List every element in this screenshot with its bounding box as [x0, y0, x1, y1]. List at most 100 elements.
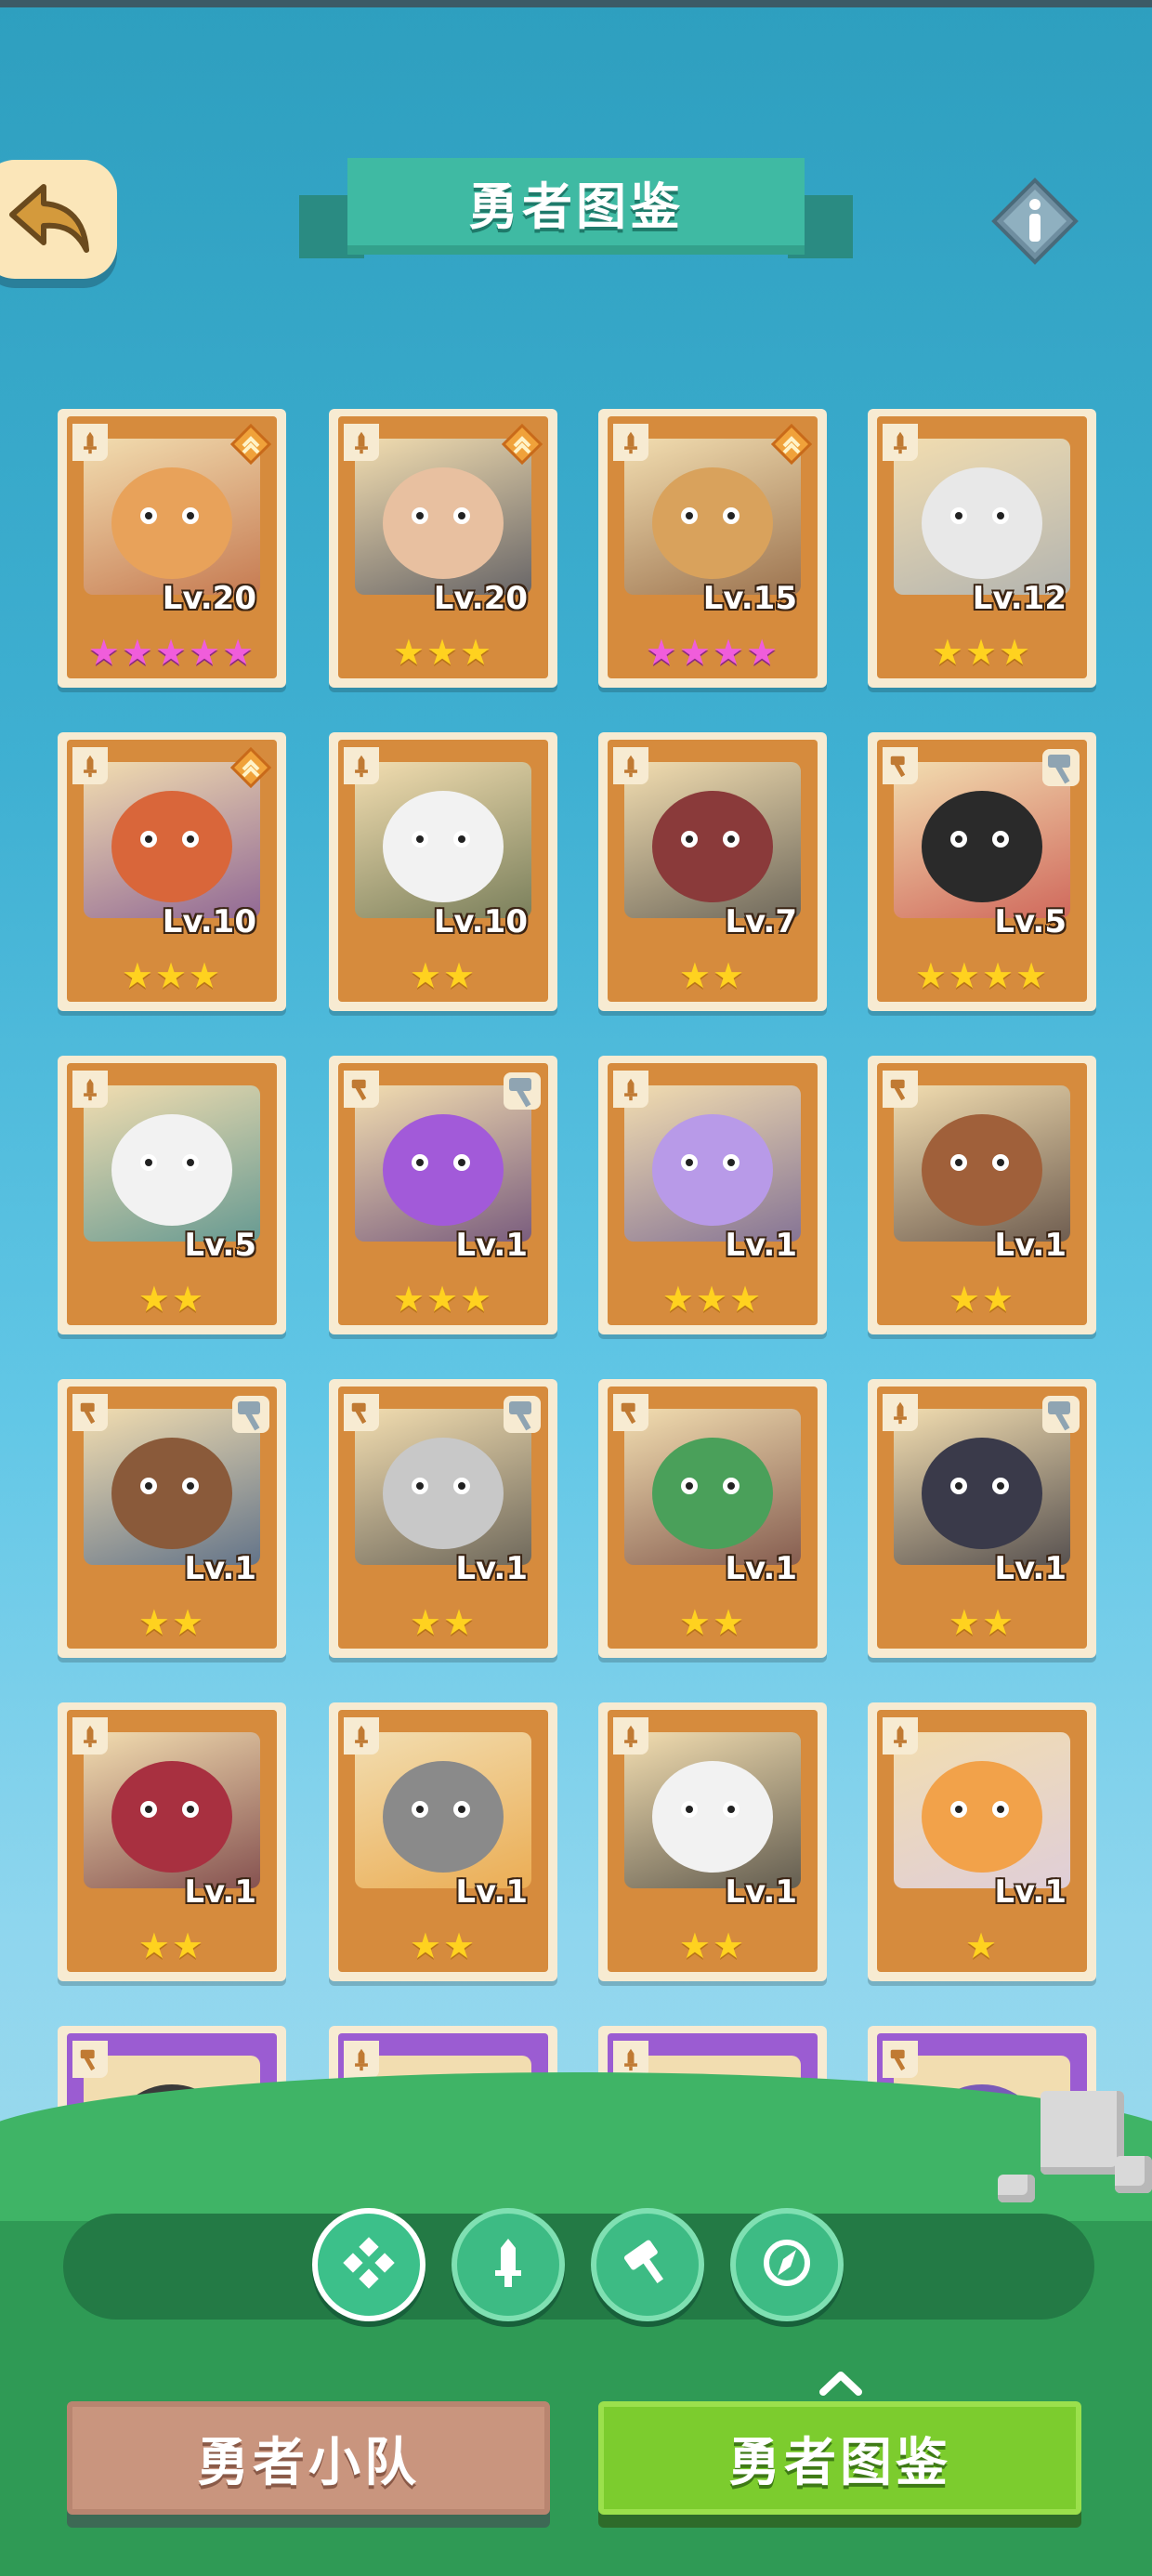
- filter-all-classes-button[interactable]: [312, 2208, 425, 2321]
- hero-card[interactable]: Lv.1 ★★: [868, 1379, 1096, 1658]
- hero-card[interactable]: Lv.7 ★★: [598, 732, 827, 1011]
- hero-star-rating: ★★: [67, 1281, 277, 1318]
- hero-level: Lv.1: [725, 1227, 797, 1264]
- hero-card-frame: Lv.10 ★★★: [67, 740, 277, 1002]
- back-button[interactable]: [0, 160, 117, 279]
- tab-hero-codex-label: 勇者图鉴: [728, 2432, 951, 2493]
- star-icon: ★: [746, 632, 780, 673]
- status-strip: [0, 0, 1152, 7]
- hero-portrait: [624, 1409, 801, 1565]
- hero-star-rating: ★★: [338, 1604, 548, 1641]
- info-button[interactable]: [990, 177, 1080, 266]
- star-icon: ★: [409, 1602, 443, 1643]
- hero-card[interactable]: Lv.12 ★★★: [868, 409, 1096, 688]
- star-icon: ★: [425, 1279, 461, 1320]
- hero-face: [111, 467, 232, 579]
- sword-class-icon: [72, 1071, 108, 1108]
- hero-eye: [411, 506, 428, 524]
- hero-card-frame: Lv.1 ★★: [67, 1387, 277, 1649]
- hero-card[interactable]: Lv.1 ★★★: [329, 1056, 557, 1334]
- hero-star-rating: ★★★★: [608, 634, 818, 671]
- tab-hero-team-label: 勇者小队: [197, 2432, 420, 2493]
- star-icon: ★: [460, 1279, 494, 1320]
- hero-eye: [680, 1800, 698, 1818]
- hammer-upgrade-icon: [502, 1394, 543, 1435]
- hero-level: Lv.1: [994, 1873, 1067, 1911]
- all-classes-icon: [339, 2233, 399, 2296]
- hero-eye: [411, 1153, 428, 1171]
- hero-face: [111, 1113, 232, 1226]
- hammer-class-icon: [72, 1394, 108, 1431]
- hero-card-frame: Lv.1 ★★: [877, 1063, 1087, 1325]
- hero-card[interactable]: Lv.1 ★★: [329, 1379, 557, 1658]
- star-icon: ★: [392, 632, 426, 673]
- filter-compass-button[interactable]: [730, 2208, 844, 2321]
- hero-portrait: [894, 1085, 1070, 1242]
- hero-eye: [949, 1800, 967, 1818]
- sword-class-icon: [613, 1071, 648, 1108]
- class-filter-bar: [63, 2214, 1094, 2320]
- star-icon: ★: [409, 955, 443, 996]
- hero-card-frame: Lv.1 ★★★: [338, 1063, 548, 1325]
- hero-star-rating: ★★: [877, 1281, 1087, 1318]
- hero-face: [111, 1760, 232, 1873]
- hero-face: [922, 467, 1042, 579]
- hero-face: [383, 467, 504, 579]
- hero-portrait: [84, 1085, 260, 1242]
- back-arrow-icon: [9, 184, 89, 253]
- sword-class-icon: [613, 1717, 648, 1755]
- rock-decoration: [1041, 2091, 1124, 2175]
- hero-face: [652, 1437, 773, 1549]
- hero-face: [922, 1113, 1042, 1226]
- hero-level: Lv.15: [702, 580, 797, 617]
- hammer-class-icon: [883, 2041, 918, 2078]
- tab-hero-codex[interactable]: 勇者图鉴: [598, 2401, 1081, 2515]
- hero-card[interactable]: Lv.1 ★★: [868, 1056, 1096, 1334]
- hammer-class-icon: [883, 1071, 918, 1108]
- hero-card[interactable]: Lv.1 ★★: [58, 1379, 286, 1658]
- sword-class-icon: [613, 747, 648, 784]
- hero-card[interactable]: Lv.1 ★: [868, 1702, 1096, 1981]
- hero-portrait: [355, 1732, 531, 1888]
- hero-portrait: [894, 439, 1070, 595]
- hero-card[interactable]: Lv.1 ★★: [598, 1702, 827, 1981]
- hero-face: [922, 1760, 1042, 1873]
- hero-card-frame: Lv.5 ★★: [67, 1063, 277, 1325]
- filter-hammer-button[interactable]: [591, 2208, 704, 2321]
- hero-card[interactable]: Lv.10 ★★★: [58, 732, 286, 1011]
- hero-card[interactable]: Lv.10 ★★: [329, 732, 557, 1011]
- hero-star-rating: ★★: [67, 1927, 277, 1965]
- hero-card[interactable]: Lv.20 ★★★: [329, 409, 557, 688]
- sword-class-icon: [883, 1394, 918, 1431]
- star-icon: ★: [982, 1602, 1016, 1643]
- star-icon: ★: [443, 1925, 478, 1966]
- star-icon: ★: [443, 955, 478, 996]
- hero-level: Lv.10: [162, 903, 256, 940]
- hero-eye: [139, 1800, 157, 1818]
- hero-eye: [139, 830, 157, 848]
- hero-card[interactable]: Lv.1 ★★★: [598, 1056, 827, 1334]
- hero-card[interactable]: Lv.1 ★★: [58, 1702, 286, 1981]
- hero-face: [652, 1760, 773, 1873]
- star-icon: ★: [137, 1602, 172, 1643]
- hero-card[interactable]: Lv.15 ★★★★: [598, 409, 827, 688]
- star-icon: ★: [964, 632, 1000, 673]
- star-icon: ★: [222, 632, 256, 673]
- hero-star-rating: ★★: [608, 1927, 818, 1965]
- filter-sword-button[interactable]: [452, 2208, 565, 2321]
- star-icon: ★: [172, 1602, 206, 1643]
- hero-eye: [949, 1153, 967, 1171]
- hero-eye: [411, 1477, 428, 1494]
- rank-up-icon: [770, 423, 813, 466]
- hero-card[interactable]: Lv.1 ★★: [329, 1702, 557, 1981]
- hero-card-frame: Lv.10 ★★: [338, 740, 548, 1002]
- rank-up-icon: [501, 423, 543, 466]
- hero-card[interactable]: Lv.1 ★★: [598, 1379, 827, 1658]
- hero-card[interactable]: Lv.5 ★★: [58, 1056, 286, 1334]
- star-icon: ★: [678, 1602, 713, 1643]
- hero-card[interactable]: Lv.20 ★★★★★: [58, 409, 286, 688]
- sword-class-icon: [344, 1717, 379, 1755]
- tab-hero-team[interactable]: 勇者小队: [67, 2401, 550, 2515]
- hero-card[interactable]: Lv.5 ★★★★: [868, 732, 1096, 1011]
- hero-eye: [411, 830, 428, 848]
